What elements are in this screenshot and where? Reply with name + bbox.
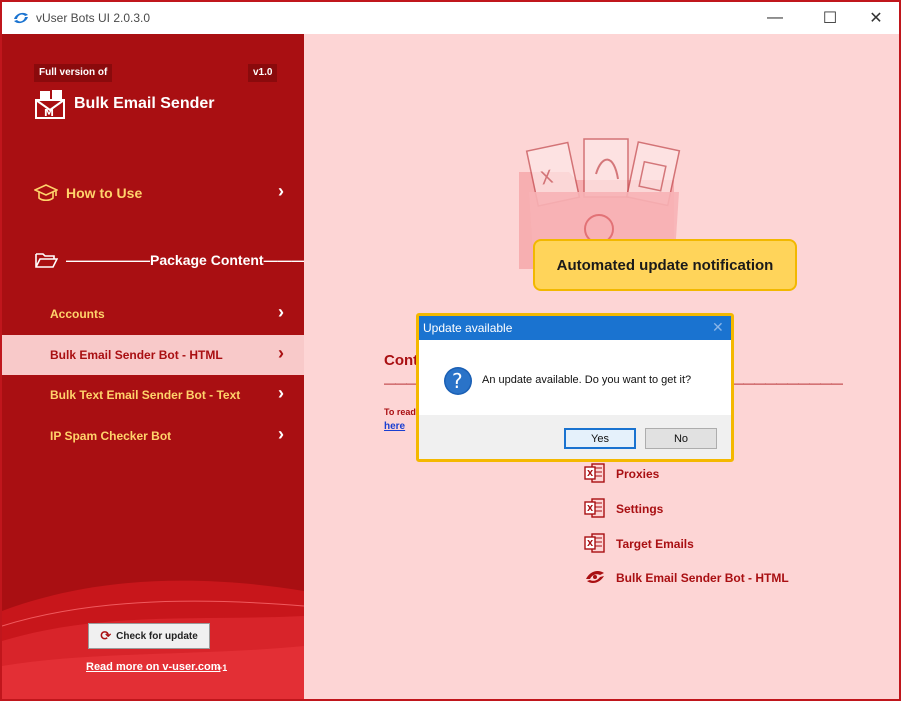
svg-text:?: ? [452,369,463,393]
sidebar-item-bulk-text-email[interactable]: Bulk Text Email Sender Bot - Text › [2,375,304,415]
sidebar-item-label: Accounts [50,307,105,321]
minimize-button[interactable]: — [752,2,798,34]
check-for-update-button[interactable]: ⟳ Check for update [88,623,210,649]
sidebar-item-label: Bulk Text Email Sender Bot - Text [50,388,241,402]
excel-file-icon: X [584,533,605,553]
to-read-text: To read [384,407,416,417]
content-title: Cont [384,352,419,369]
dialog-message: An update available. Do you want to get … [482,374,692,386]
dashed-divider-right: —————————— [732,376,843,390]
nav-label: How to Use [66,185,143,201]
full-version-badge: Full version of [34,64,113,82]
window-title: vUser Bots UI 2.0.3.0 [36,11,151,25]
chevron-right-icon: › [278,424,284,444]
file-label: Bulk Email Sender Bot - HTML [616,571,789,585]
chevron-right-icon: › [278,383,284,403]
update-available-dialog: Update available ✕ ? An update available… [416,313,734,462]
svg-text:X: X [587,469,594,478]
version-badge: v1.0 [248,64,278,82]
nav-how-to-use[interactable]: How to Use › [2,179,304,209]
app-window: vUser Bots UI 2.0.3.0 — ☐ ✕ Full version… [0,0,901,701]
dialog-close-icon[interactable]: ✕ [712,319,724,336]
sidebar: Full version of v1.0 M Bulk Email Sender… [2,34,304,699]
svg-text:X: X [587,539,594,548]
question-icon: ? [444,367,472,395]
close-button[interactable]: ✕ [853,2,899,34]
file-item-bulk-email-bot[interactable]: Bulk Email Sender Bot - HTML [584,567,884,589]
read-more-badge: +1 [217,663,228,673]
read-more-link[interactable]: Read more on v-user.com [86,661,221,673]
excel-file-icon: X [584,498,605,518]
bot-icon [586,571,604,584]
file-label: Proxies [616,467,660,481]
sidebar-item-accounts[interactable]: Accounts › [2,294,304,334]
sidebar-item-bulk-email-html[interactable]: Bulk Email Sender Bot - HTML › [2,335,304,375]
maximize-button[interactable]: ☐ [807,2,853,34]
app-logo-icon [14,12,28,24]
no-button[interactable]: No [645,428,717,449]
brand-title: Bulk Email Sender [74,95,215,112]
folder-icon [35,253,58,268]
email-bot-icon: M [35,90,65,119]
file-item-settings[interactable]: X Settings [584,498,884,520]
dialog-footer: Yes No [419,415,731,459]
file-label: Settings [616,502,664,516]
sidebar-item-label: Bulk Email Sender Bot - HTML [50,348,223,362]
excel-file-icon: X [584,463,605,483]
dialog-title: Update available [423,321,513,335]
sidebar-item-ip-spam-checker[interactable]: IP Spam Checker Bot › [2,416,304,456]
update-notification-callout: Automated update notification [533,239,797,291]
check-for-update-label: Check for update [116,630,198,642]
nav-label: ——————Package Content———————— [66,252,304,268]
sidebar-item-label: IP Spam Checker Bot [50,429,172,443]
nav-package-content[interactable]: ——————Package Content———————— [2,246,304,276]
dialog-title-bar[interactable]: Update available [419,316,731,340]
chevron-right-icon: › [278,181,284,201]
svg-text:X: X [587,504,594,513]
refresh-icon: ⟳ [100,628,112,643]
file-item-target-emails[interactable]: X Target Emails [584,533,884,555]
svg-text:M: M [44,108,54,119]
graduation-cap-icon [34,184,58,202]
file-item-proxies[interactable]: X Proxies [584,463,884,485]
here-link[interactable]: here [384,421,405,432]
yes-button[interactable]: Yes [564,428,636,449]
title-bar[interactable]: vUser Bots UI 2.0.3.0 — ☐ ✕ [2,2,899,34]
chevron-right-icon: › [278,343,284,363]
chevron-right-icon: › [278,302,284,322]
file-label: Target Emails [616,537,694,551]
